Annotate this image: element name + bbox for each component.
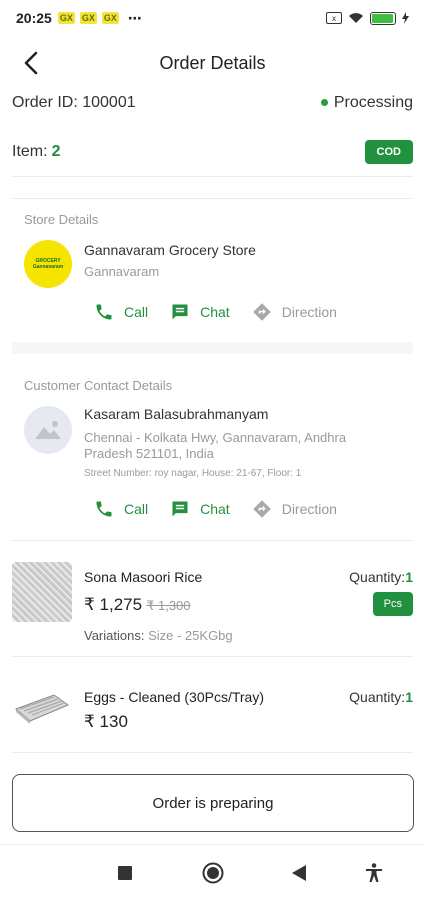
payment-method-badge: COD (364, 140, 413, 164)
customer-actions: Call Chat Direction (94, 499, 359, 519)
item-count: 2 (51, 143, 61, 160)
customer-avatar (24, 406, 72, 454)
store-location: Gannavaram (84, 264, 160, 279)
status-dot-icon (320, 99, 328, 107)
product-quantity: Quantity:1 (349, 689, 413, 705)
call-label: Call (124, 501, 149, 517)
back-nav-button[interactable] (284, 858, 314, 888)
battery-icon (370, 11, 396, 25)
notification-badge: GX (79, 12, 97, 24)
customer-street: Street Number: roy nagar, House: 21-67, … (84, 468, 302, 479)
order-status-label: Processing (333, 94, 413, 111)
store-actions: Call Chat Direction (94, 302, 359, 322)
back-arrow-icon (24, 51, 38, 75)
more-notifications-icon: ⋯ (127, 9, 143, 26)
store-section-title: Store Details (24, 212, 99, 227)
phone-icon (96, 501, 112, 517)
customer-address: Chennai - Kolkata Hwy, Gannavaram, Andhr… (84, 430, 384, 462)
order-status-button[interactable]: Order is preparing (12, 774, 414, 832)
direction-icon (252, 500, 271, 518)
chat-label: Chat (200, 501, 230, 517)
triangle-back-icon (292, 864, 306, 881)
chat-label: Chat (200, 304, 230, 320)
product-price: ₹ 1,275 ₹ 1,300 (84, 595, 191, 615)
address-line: Chennai - Kolkata Hwy, Gannavaram, Andhr… (84, 430, 347, 445)
recent-apps-button[interactable] (110, 858, 140, 888)
item-count-row: Item: 2 COD (12, 140, 413, 164)
call-label: Call (124, 304, 149, 320)
order-id: Order ID: 100001 (12, 94, 136, 111)
direction-label: Direction (281, 304, 337, 320)
accessibility-button[interactable] (359, 858, 389, 888)
system-navigation-bar (0, 844, 425, 900)
wifi-icon (349, 13, 363, 23)
direction-label: Direction (281, 501, 337, 517)
order-summary-row: Order ID: 100001 Processing (12, 94, 413, 116)
product-image-eggs (12, 678, 72, 738)
store-name: Gannavaram Grocery Store (84, 242, 256, 258)
order-status: Processing (320, 94, 413, 116)
store-logo-text: Gannavaram (32, 264, 64, 270)
variations-label: Variations: (84, 628, 145, 643)
back-button[interactable] (16, 48, 46, 78)
product-name: Sona Masoori Rice (84, 569, 203, 585)
product-quantity: Quantity:1 (349, 569, 413, 585)
store-logo: GROCERY Gannavaram (24, 240, 72, 288)
divider (12, 198, 413, 199)
notification-badge: GX (57, 12, 75, 24)
product-image-rice (12, 562, 72, 622)
chat-icon (172, 304, 188, 320)
product-price: ₹ 130 (84, 712, 128, 732)
variations-value: Size - 25KGbg (148, 628, 233, 643)
address-line: Pradesh 521101, India (84, 446, 214, 461)
quantity-label: Quantity: (349, 689, 406, 705)
divider (12, 540, 413, 541)
current-price: ₹ 130 (84, 712, 128, 731)
quantity-value: 1 (405, 569, 413, 585)
original-price: ₹ 1,300 (146, 598, 191, 613)
app-bar: Order Details (0, 36, 425, 90)
charging-icon (402, 12, 409, 24)
section-separator (12, 342, 413, 354)
unit-badge: Pcs (372, 592, 413, 616)
store-chat-button[interactable]: Chat (170, 302, 230, 322)
status-time: 20:25 (16, 10, 52, 26)
chat-icon (172, 501, 188, 517)
accessibility-icon (366, 862, 382, 882)
home-circle-icon (202, 862, 224, 883)
quantity-label: Quantity: (349, 569, 406, 585)
item-label: Item: (12, 143, 48, 160)
quantity-value: 1 (405, 689, 413, 705)
sim-icon: x (326, 12, 342, 24)
image-placeholder-icon (35, 421, 61, 439)
item-label-group: Item: 2 (12, 143, 60, 161)
customer-section-title: Customer Contact Details (24, 378, 173, 393)
divider (12, 176, 413, 177)
battery-level (372, 13, 393, 23)
product-variations: Variations: Size - 25KGbg (84, 628, 233, 643)
egg-tray-image (15, 694, 70, 724)
divider (12, 656, 413, 657)
order-details-content[interactable]: Order ID: 100001 Processing Item: 2 COD S… (0, 90, 425, 840)
current-price: ₹ 1,275 (84, 595, 143, 614)
home-button[interactable] (198, 858, 228, 888)
customer-chat-button[interactable]: Chat (170, 499, 230, 519)
phone-icon (96, 304, 112, 320)
customer-name: Kasaram Balasubrahmanyam (84, 406, 269, 422)
notification-badge: GX (101, 12, 119, 24)
store-direction-button[interactable]: Direction (252, 302, 337, 322)
divider (12, 752, 413, 753)
square-icon (118, 865, 132, 880)
customer-call-button[interactable]: Call (94, 499, 148, 519)
direction-icon (252, 303, 271, 321)
product-name: Eggs - Cleaned (30Pcs/Tray) (84, 689, 264, 705)
customer-direction-button[interactable]: Direction (252, 499, 337, 519)
store-call-button[interactable]: Call (94, 302, 148, 322)
status-bar: 20:25 GX GX GX ⋯ x (0, 0, 425, 36)
page-title: Order Details (159, 52, 266, 73)
